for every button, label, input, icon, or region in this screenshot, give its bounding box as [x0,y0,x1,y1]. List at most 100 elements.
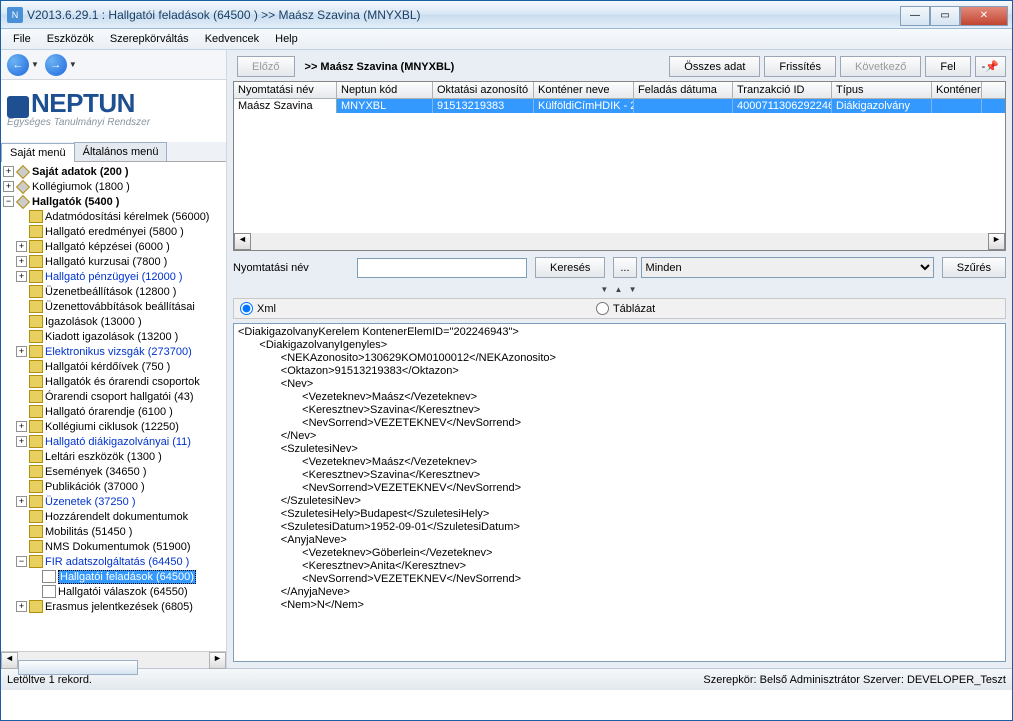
tree-toggle[interactable]: − [16,556,27,567]
tree-item[interactable]: Kiadott igazolások (13200 ) [1,329,226,344]
up-button[interactable]: Fel [925,56,970,77]
tree-item[interactable]: + Saját adatok (200 ) [1,164,226,179]
grid-cell[interactable]: 40007113062922468 [733,99,832,113]
tree-item[interactable]: Üzenettovábbítások beállításai [1,299,226,314]
splitter-handle[interactable]: ▼ ▲ ▼ [227,284,1012,294]
tree-item[interactable]: +Elektronikus vizsgák (273700) [1,344,226,359]
maximize-button[interactable]: ▭ [930,6,960,26]
tree-item[interactable]: Leltári eszközök (1300 ) [1,449,226,464]
grid-cell[interactable]: 91513219383 [433,99,534,113]
tree-icon [16,165,30,179]
tree-label: Saját adatok (200 ) [32,166,129,178]
search-input[interactable] [357,258,527,278]
tree-item[interactable]: NMS Dokumentumok (51900) [1,539,226,554]
tree-item[interactable]: Igazolások (13000 ) [1,314,226,329]
menu-tools[interactable]: Eszközök [39,31,102,47]
next-button[interactable]: Következő [840,56,921,77]
tree-item[interactable]: Mobilitás (51450 ) [1,524,226,539]
grid-header-cell[interactable]: Neptun kód [337,82,433,98]
tab-general-menu[interactable]: Általános menü [74,142,168,161]
tree-item[interactable]: Hallgató eredményei (5800 ) [1,224,226,239]
tree-item[interactable]: Hallgatói feladások (64500) [1,569,226,584]
prev-button[interactable]: Előző [237,56,295,77]
tab-own-menu[interactable]: Saját menü [1,143,75,162]
grid-cell[interactable]: Maász Szavina [234,99,337,113]
tree-item[interactable]: Publikációk (37000 ) [1,479,226,494]
tree-label: Hallgatói válaszok (64550) [58,586,188,598]
data-grid[interactable]: Nyomtatási névNeptun kódOktatási azonosí… [233,81,1006,251]
tree-toggle[interactable]: + [16,256,27,267]
grid-hscrollbar[interactable]: ◄► [234,233,1005,250]
tree-hscrollbar[interactable]: ◄► [1,651,226,668]
search-button[interactable]: Keresés [535,257,605,278]
tree-toggle[interactable]: − [3,196,14,207]
tree-item[interactable]: Hallgató órarendje (6100 ) [1,404,226,419]
grid-header-cell[interactable]: Konténer neve [534,82,634,98]
grid-cell[interactable]: Diákigazolvány [832,99,932,113]
filter-select[interactable]: Minden [641,257,934,278]
tree-item[interactable]: +Hallgató pénzügyei (12000 ) [1,269,226,284]
tree-icon [29,315,43,328]
tree-item[interactable]: + Erasmus jelentkezések (6805) [1,599,226,614]
nav-forward-button[interactable]: → [45,54,67,76]
tree-icon [29,330,43,343]
tree-item[interactable]: +Hallgató diákigazolványai (11) [1,434,226,449]
nav-back-dropdown[interactable]: ▼ [31,60,39,69]
tree-toggle[interactable]: + [16,271,27,282]
tree-toggle[interactable]: + [16,496,27,507]
tree-item[interactable]: Hallgatói kérdőívek (750 ) [1,359,226,374]
tree-toggle[interactable]: + [16,436,27,447]
tree-item[interactable]: +Hallgató kurzusai (7800 ) [1,254,226,269]
menu-help[interactable]: Help [267,31,306,47]
tree-item[interactable]: Adatmódosítási kérelmek (56000) [1,209,226,224]
menu-favorites[interactable]: Kedvencek [197,31,267,47]
tree-toggle[interactable]: + [16,601,27,612]
pin-button[interactable]: -📌 [975,56,1006,77]
grid-header-cell[interactable]: Oktatási azonosító [433,82,534,98]
menu-roleswitch[interactable]: Szerepkörváltás [102,31,197,47]
grid-header-cell[interactable]: Feladás dátuma [634,82,733,98]
view-table-radio[interactable]: Táblázat [596,302,655,315]
filter-button[interactable]: Szűrés [942,257,1006,278]
tree-label: Erasmus jelentkezések (6805) [45,601,193,613]
tree-item[interactable]: Hallgatók és órarendi csoportok [1,374,226,389]
tree-toggle[interactable]: + [16,241,27,252]
menu-file[interactable]: File [5,31,39,47]
tree-label: Hallgató eredményei (5800 ) [45,226,184,238]
grid-header-cell[interactable]: Típus [832,82,932,98]
tree-item[interactable]: −Hallgatók (5400 ) [1,194,226,209]
search-more-button[interactable]: ... [613,257,636,278]
tree-label: Kiadott igazolások (13200 ) [45,331,178,343]
all-data-button[interactable]: Összes adat [669,56,760,77]
tree-toggle[interactable]: + [16,421,27,432]
grid-header-cell[interactable]: Konténer [932,82,982,98]
grid-cell[interactable] [932,99,982,113]
tree-item[interactable]: Hozzárendelt dokumentumok [1,509,226,524]
grid-cell[interactable]: MNYXBL [337,99,433,113]
tree-label: Hallgató órarendje (6100 ) [45,406,173,418]
tree-item[interactable]: +Hallgató képzései (6000 ) [1,239,226,254]
tree-item[interactable]: Órarendi csoport hallgatói (43) [1,389,226,404]
nav-forward-dropdown[interactable]: ▼ [69,60,77,69]
close-button[interactable]: ✕ [960,6,1008,26]
grid-cell[interactable]: KülföldiCímHDIK - 2 [534,99,634,113]
xml-viewer[interactable]: <DiakigazolvanyKerelem KontenerElemID="2… [233,323,1006,662]
tree-item[interactable]: +Kollégiumi ciklusok (12250) [1,419,226,434]
view-xml-radio[interactable]: Xml [240,302,276,315]
tree-toggle[interactable]: + [3,181,14,192]
tree-item[interactable]: +Üzenetek (37250 ) [1,494,226,509]
tree-item[interactable]: Események (34650 ) [1,464,226,479]
nav-back-button[interactable]: ← [7,54,29,76]
tree-toggle[interactable]: + [3,166,14,177]
nav-tree[interactable]: + Saját adatok (200 )+Kollégiumok (1800 )… [1,162,226,651]
tree-item[interactable]: +Kollégiumok (1800 ) [1,179,226,194]
grid-cell[interactable] [634,99,733,113]
grid-header-cell[interactable]: Nyomtatási név [234,82,337,98]
grid-header-cell[interactable]: Tranzakció ID [733,82,832,98]
tree-item[interactable]: −FIR adatszolgáltatás (64450 ) [1,554,226,569]
tree-item[interactable]: Hallgatói válaszok (64550) [1,584,226,599]
tree-item[interactable]: Üzenetbeállítások (12800 ) [1,284,226,299]
tree-toggle[interactable]: + [16,346,27,357]
minimize-button[interactable]: — [900,6,930,26]
refresh-button[interactable]: Frissítés [764,56,836,77]
